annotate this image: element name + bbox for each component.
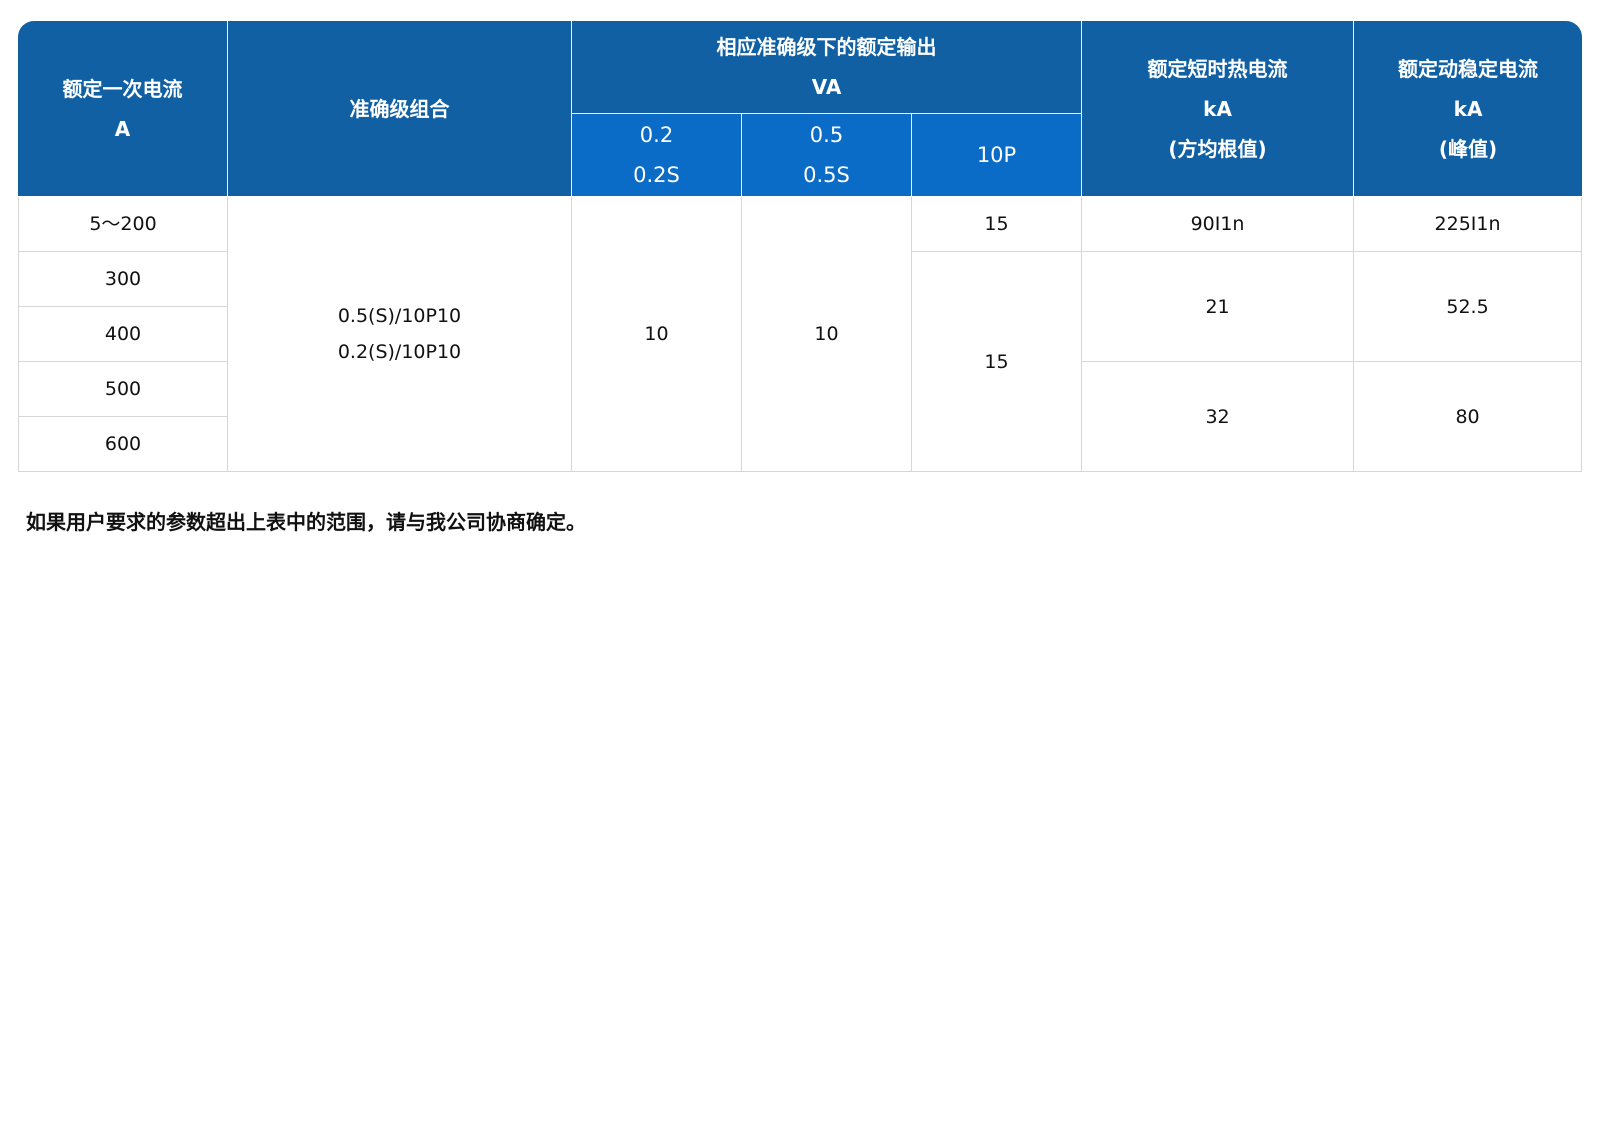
header-unit: VA xyxy=(811,75,842,99)
header-sub-text: 0.2 xyxy=(639,123,674,147)
header-short-time-thermal-current: 额定短时热电流 kA (方均根值) xyxy=(1082,21,1355,197)
header-sub-05: 0.5 0.5S xyxy=(742,114,912,197)
cell-thermal: 32 xyxy=(1082,362,1355,472)
header-text: 额定一次电流 xyxy=(62,76,183,101)
cell-text: 0.2(S)/10P10 xyxy=(337,341,462,363)
header-accuracy-combination: 准确级组合 xyxy=(228,21,572,197)
header-sub-text: 0.5S xyxy=(803,163,850,187)
header-sub-02: 0.2 0.2S xyxy=(572,114,742,197)
spec-table: 额定一次电流 A 准确级组合 相应准确级下的额定输出 VA 额定短时热电流 kA… xyxy=(18,21,1583,472)
header-sub-text: 0.5 xyxy=(809,123,844,147)
cell-dynamic: 225I1n xyxy=(1354,197,1583,252)
header-unit: A xyxy=(114,116,131,141)
header-dynamic-stable-current: 额定动稳定电流 kA (峰值) xyxy=(1354,21,1583,197)
header-unit: kA xyxy=(1203,96,1232,121)
header-text: 额定短时热电流 xyxy=(1147,56,1288,81)
table-header: 额定一次电流 A 准确级组合 相应准确级下的额定输出 VA 额定短时热电流 kA… xyxy=(18,21,1583,197)
header-row-1: 额定一次电流 A 准确级组合 相应准确级下的额定输出 VA 额定短时热电流 kA… xyxy=(18,21,1583,197)
header-note: (方均根值) xyxy=(1168,136,1267,161)
header-text: 准确级组合 xyxy=(349,96,450,121)
cell-dynamic: 80 xyxy=(1354,362,1583,472)
table-row: 5～200 0.5(S)/10P10 0.2(S)/10P10 10 10 15… xyxy=(18,197,1583,472)
header-sub-text: 0.2S xyxy=(633,163,680,187)
footnote: 如果用户要求的参数超出上表中的范围，请与我公司协商确定。 xyxy=(26,510,586,534)
cell-current: 400 xyxy=(18,307,228,362)
cell-output-05: 10 xyxy=(742,197,912,472)
cell-output-10p: 15 xyxy=(912,252,1083,472)
cell-output-10p: 15 xyxy=(912,197,1083,252)
cell-current: 300 xyxy=(18,252,228,307)
cell-dynamic: 52.5 xyxy=(1354,252,1583,362)
header-sub-text: 10P xyxy=(976,143,1017,167)
header-rated-primary-current: 额定一次电流 A xyxy=(18,21,228,197)
header-sub-10p: 10P xyxy=(912,114,1083,197)
cell-current: 5～200 xyxy=(18,197,228,252)
cell-thermal: 21 xyxy=(1082,252,1355,362)
cell-text: 0.5(S)/10P10 xyxy=(337,305,462,327)
header-rated-output: 相应准确级下的额定输出 VA xyxy=(572,21,1083,114)
header-unit: kA xyxy=(1453,96,1483,121)
table-body: 5～200 0.5(S)/10P10 0.2(S)/10P10 10 10 15… xyxy=(18,197,1583,472)
cell-thermal: 90I1n xyxy=(1082,197,1355,252)
header-note: (峰值) xyxy=(1438,136,1498,161)
header-text: 额定动稳定电流 xyxy=(1398,56,1539,81)
cell-current: 500 xyxy=(18,362,228,417)
cell-current: 600 xyxy=(18,417,228,472)
header-text: 相应准确级下的额定输出 xyxy=(716,35,937,59)
cell-accuracy-combination: 0.5(S)/10P10 0.2(S)/10P10 xyxy=(228,197,572,472)
cell-output-02: 10 xyxy=(572,197,742,472)
